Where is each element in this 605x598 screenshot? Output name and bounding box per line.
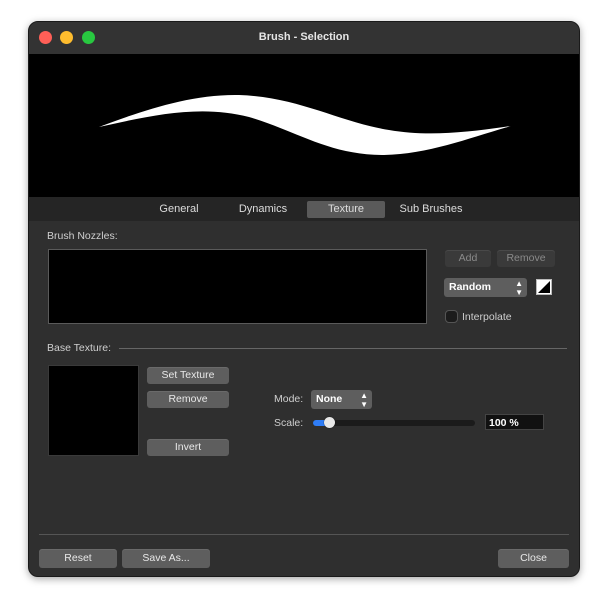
brush-stroke-preview: [29, 54, 579, 197]
tab-bar: General Dynamics Texture Sub Brushes: [29, 197, 579, 221]
tab-general[interactable]: General: [147, 201, 211, 218]
add-nozzle-button[interactable]: Add: [445, 250, 491, 267]
tab-label: Texture: [327, 203, 365, 215]
updown-chevron-icon: ▲ ▼: [360, 391, 368, 409]
tab-dynamics[interactable]: Dynamics: [227, 201, 299, 218]
footer-divider: [39, 534, 569, 535]
tab-sub-brushes[interactable]: Sub Brushes: [393, 201, 469, 218]
scale-slider-track[interactable]: [313, 420, 475, 426]
scale-value-field[interactable]: 100 %: [485, 414, 544, 430]
tab-label: Dynamics: [238, 203, 288, 215]
close-button[interactable]: Close: [498, 549, 569, 568]
remove-nozzle-button[interactable]: Remove: [497, 250, 555, 267]
base-texture-label: Base Texture:: [47, 342, 112, 354]
tab-label: Sub Brushes: [399, 203, 463, 215]
brush-stroke-graphic: [99, 94, 511, 155]
brush-nozzles-list[interactable]: [48, 249, 427, 324]
base-texture-preview[interactable]: [48, 365, 139, 456]
set-texture-button[interactable]: Set Texture: [147, 367, 229, 384]
tab-texture[interactable]: Texture: [307, 201, 385, 218]
window-title: Brush - Selection: [258, 31, 350, 43]
interpolate-label: Interpolate: [462, 311, 512, 323]
texture-mode-value: None: [316, 393, 343, 405]
updown-chevron-icon: ▲ ▼: [515, 279, 523, 297]
save-as-button[interactable]: Save As...: [122, 549, 210, 568]
base-texture-divider: [119, 348, 567, 349]
scale-slider-knob[interactable]: [324, 417, 336, 428]
title-bar: Brush - Selection: [29, 22, 579, 54]
nozzle-order-select[interactable]: Random ▲ ▼: [444, 278, 527, 297]
invert-texture-button[interactable]: Invert: [147, 439, 229, 456]
brush-editor-window: Brush - Selection General Dynamics Textu…: [28, 21, 580, 577]
gradient-triangle-icon: [538, 281, 550, 293]
brush-nozzles-label: Brush Nozzles:: [47, 230, 118, 242]
nozzle-color-well[interactable]: [536, 279, 552, 295]
remove-texture-button[interactable]: Remove: [147, 391, 229, 408]
texture-mode-select[interactable]: None ▲ ▼: [311, 390, 372, 409]
interpolate-checkbox[interactable]: [445, 310, 458, 323]
reset-button[interactable]: Reset: [39, 549, 117, 568]
scale-label: Scale:: [274, 417, 304, 429]
nozzle-order-value: Random: [449, 281, 491, 293]
mode-label: Mode:: [274, 393, 304, 405]
tab-label: General: [159, 203, 199, 215]
